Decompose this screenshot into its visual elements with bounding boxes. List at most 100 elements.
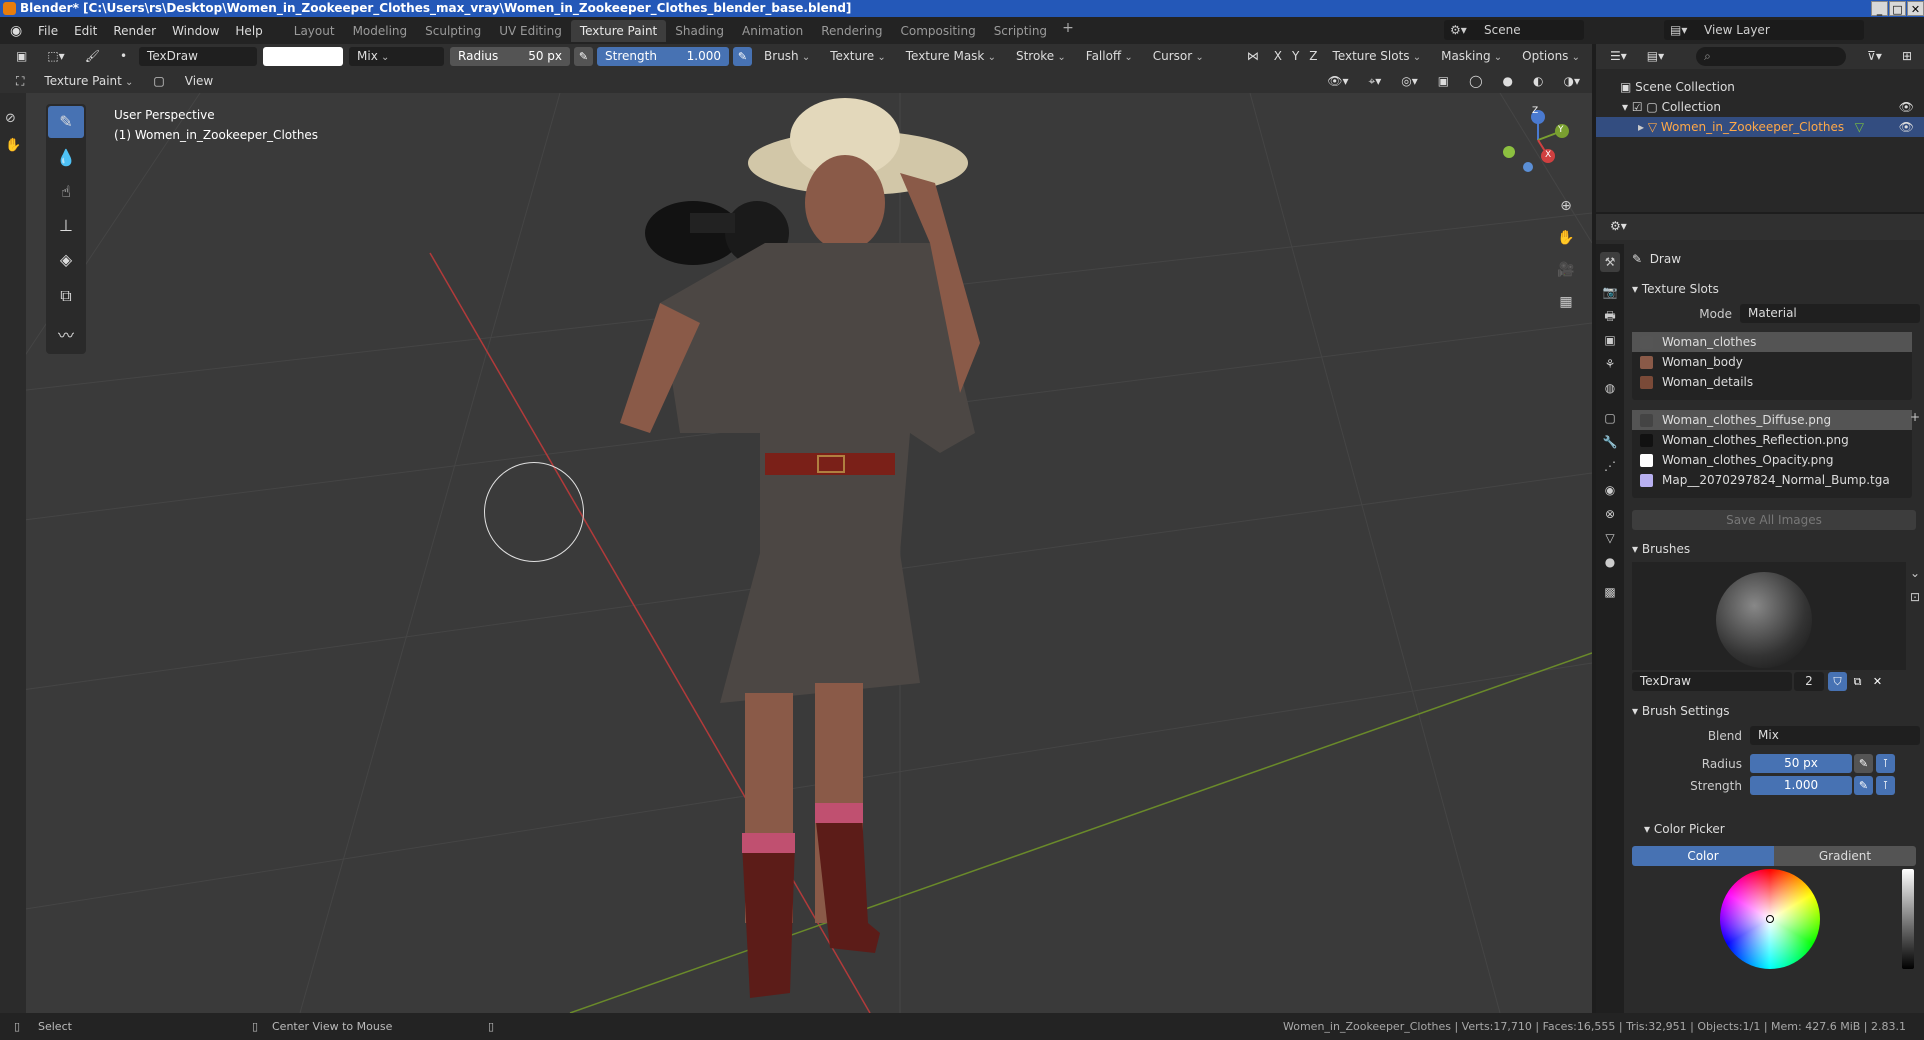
outliner-scene-collection[interactable]: ▣ Scene Collection <box>1596 77 1924 97</box>
tab-uv-editing[interactable]: UV Editing <box>490 20 571 42</box>
annotate-tool-icon[interactable]: 〰 <box>48 320 84 352</box>
modifier-tab-icon[interactable]: 🔧 <box>1600 432 1620 452</box>
expand-arrow-icon[interactable]: ▾ <box>1622 100 1632 114</box>
zoom-icon[interactable]: ⊕ <box>1553 193 1579 219</box>
menu-options[interactable]: Options <box>1514 47 1588 66</box>
brush-dropdown-icon[interactable]: ⌄ <box>1910 566 1920 580</box>
tab-rendering[interactable]: Rendering <box>812 20 891 42</box>
unlink-brush-icon[interactable]: ✕ <box>1868 672 1887 691</box>
menu-stroke[interactable]: Stroke <box>1008 47 1074 66</box>
menu-file[interactable]: File <box>30 24 66 38</box>
mode-select[interactable]: Texture Paint <box>36 72 141 91</box>
pan-icon[interactable]: ✋ <box>1553 225 1579 251</box>
brush-preview[interactable] <box>1632 562 1906 670</box>
expand-arrow-icon[interactable]: ▸ <box>1638 120 1648 134</box>
new-collection-icon[interactable]: ⊞ <box>1894 47 1920 66</box>
filter-icon[interactable]: ⊽▾ <box>1859 47 1890 66</box>
menu-help[interactable]: Help <box>227 24 270 38</box>
menu-edit[interactable]: Edit <box>66 24 105 38</box>
world-tab-icon[interactable]: ◍ <box>1600 378 1620 398</box>
gradient-tab[interactable]: Gradient <box>1774 846 1916 866</box>
brush-settings-panel-header[interactable]: ▾ Brush Settings <box>1632 700 1924 722</box>
radius-slider[interactable]: 50 px <box>1750 754 1852 773</box>
shading-solid-icon[interactable]: ● <box>1495 72 1521 91</box>
strength-slider[interactable]: Strength 1.000 <box>597 47 730 66</box>
draw-tool-icon[interactable]: ✎ <box>48 106 84 138</box>
color-wheel[interactable] <box>1720 869 1820 969</box>
tab-texture-paint[interactable]: Texture Paint <box>570 19 667 42</box>
constraints-tab-icon[interactable]: ⊗ <box>1600 504 1620 524</box>
brush-icon[interactable]: 🖌 <box>77 47 108 66</box>
tab-animation[interactable]: Animation <box>733 20 812 42</box>
image-slot-item[interactable]: Map__2070297824_Normal_Bump.tga <box>1632 470 1912 490</box>
menu-texture-mask[interactable]: Texture Mask <box>898 47 1004 66</box>
tab-shading[interactable]: Shading <box>666 20 733 42</box>
overlay-toggle-icon[interactable]: ◎▾ <box>1393 72 1426 91</box>
menu-texture-slots[interactable]: Texture Slots <box>1325 47 1430 66</box>
tool-tab-icon[interactable]: ⚒ <box>1600 252 1620 272</box>
material-item[interactable]: Woman_details <box>1632 372 1912 392</box>
menu-falloff[interactable]: Falloff <box>1078 47 1141 66</box>
outliner-search-input[interactable]: ⌕ <box>1696 47 1847 66</box>
mask-tool-icon[interactable]: ⧉ <box>48 280 84 312</box>
object-tab-icon[interactable]: ▢ <box>1600 408 1620 428</box>
perspective-toggle-icon[interactable]: ▦ <box>1553 289 1579 315</box>
blend-select[interactable]: Mix <box>1750 726 1920 745</box>
radius-pressure-icon[interactable]: ✎ <box>1854 754 1873 773</box>
brush-color-swatch[interactable] <box>263 47 344 66</box>
xray-toggle-icon[interactable]: ▣ <box>1430 72 1457 91</box>
brushes-panel-header[interactable]: ▾ Brushes <box>1632 538 1924 560</box>
outliner-editor-icon[interactable]: ☰▾ <box>1602 47 1635 66</box>
duplicate-brush-icon[interactable]: ⧉ <box>1848 672 1867 691</box>
mirror-x-toggle[interactable]: X <box>1271 47 1285 66</box>
value-slider[interactable] <box>1902 869 1914 969</box>
tab-layout[interactable]: Layout <box>285 20 344 42</box>
tab-modeling[interactable]: Modeling <box>344 20 417 42</box>
tab-compositing[interactable]: Compositing <box>891 20 984 42</box>
physics-tab-icon[interactable]: ◉ <box>1600 480 1620 500</box>
radius-slider[interactable]: Radius 50 px <box>450 47 571 66</box>
shading-rendered-icon[interactable]: ◑▾ <box>1556 72 1589 91</box>
editor-type-icon[interactable]: ▣ <box>8 47 35 66</box>
tab-sculpting[interactable]: Sculpting <box>416 20 490 42</box>
soften-tool-icon[interactable]: 💧 <box>48 142 84 174</box>
outliner-collection[interactable]: ▾ ☑ ▢ Collection 👁 <box>1596 97 1924 117</box>
outliner-object[interactable]: ▸ ▽ Women_in_Zookeeper_Clothes ▽ 👁 <box>1596 117 1924 137</box>
close-button[interactable]: ✕ <box>1907 1 1924 16</box>
visibility-icon[interactable]: 👁▾ <box>1319 72 1356 91</box>
menu-window[interactable]: Window <box>164 24 227 38</box>
camera-view-icon[interactable]: 🎥 <box>1553 257 1579 283</box>
radius-unit-icon[interactable]: ⊺ <box>1876 754 1895 773</box>
minimize-button[interactable]: _ <box>1871 1 1888 16</box>
scene-selector[interactable]: ⚙▾ Scene <box>1444 20 1584 40</box>
color-wheel-cursor-icon[interactable] <box>1766 915 1774 923</box>
checkbox-icon[interactable]: ☑ <box>1632 100 1647 114</box>
editor-type-3d-icon[interactable]: ⛶ <box>8 72 32 91</box>
mirror-z-toggle[interactable]: Z <box>1306 47 1320 66</box>
fake-user-icon[interactable]: ⛉ <box>1828 672 1847 691</box>
menu-cursor[interactable]: Cursor <box>1145 47 1212 66</box>
shading-material-icon[interactable]: ◐ <box>1525 72 1551 91</box>
navigation-gizmo[interactable] <box>1503 110 1569 172</box>
strength-unit-icon[interactable]: ⊺ <box>1876 776 1895 795</box>
mirror-y-toggle[interactable]: Y <box>1289 47 1302 66</box>
particles-tab-icon[interactable]: ⋰ <box>1600 456 1620 476</box>
strength-pressure-icon[interactable]: ✎ <box>733 47 753 66</box>
fill-tool-icon[interactable]: ◈ <box>48 244 84 276</box>
menu-texture[interactable]: Texture <box>822 47 894 66</box>
view-layer-tab-icon[interactable]: ▣ <box>1600 330 1620 350</box>
menu-render[interactable]: Render <box>105 24 164 38</box>
display-mode-icon[interactable]: ▤▾ <box>1639 47 1672 66</box>
material-item[interactable]: Woman_clothes <box>1632 332 1912 352</box>
image-slot-item[interactable]: Woman_clothes_Reflection.png <box>1632 430 1912 450</box>
output-tab-icon[interactable]: 🖶 <box>1600 306 1620 326</box>
material-tab-icon[interactable]: ● <box>1600 552 1620 572</box>
radius-pressure-icon[interactable]: ✎ <box>574 47 594 66</box>
strength-slider[interactable]: 1.000 <box>1750 776 1852 795</box>
clone-tool-icon[interactable]: ⊥ <box>48 210 84 242</box>
brush-new-icon[interactable]: ⊡ <box>1910 590 1920 604</box>
color-picker-panel-header[interactable]: ▾ Color Picker <box>1644 818 1924 840</box>
3d-viewport[interactable]: Z Y X <box>0 93 1592 1013</box>
zoom-navigate-icon[interactable]: ⊘ <box>5 111 26 126</box>
mesh-data-tab-icon[interactable]: ▽ <box>1600 528 1620 548</box>
